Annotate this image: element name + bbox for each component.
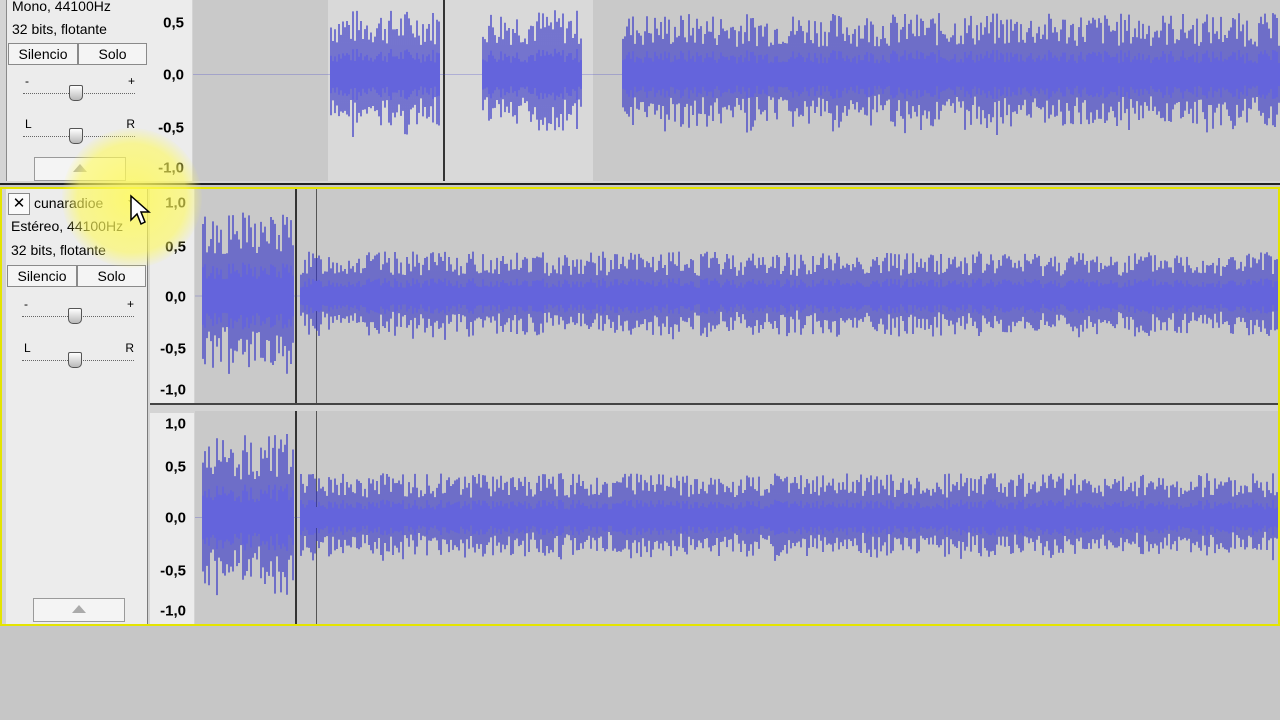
- track-stereo: ✕ cunaradioe Estéreo, 44100Hz 32 bits, f…: [0, 187, 1280, 626]
- gain-plus-label: +: [127, 74, 135, 88]
- track-control-panel[interactable]: ✕ cunaradioe Estéreo, 44100Hz 32 bits, f…: [6, 189, 148, 624]
- pan-right-label: R: [126, 117, 135, 131]
- mute-button[interactable]: Silencio: [7, 265, 77, 287]
- ruler-tick: 0,0: [165, 509, 186, 527]
- gain-slider[interactable]: - +: [23, 74, 135, 104]
- collapse-track-button[interactable]: [34, 157, 126, 181]
- gain-minus-label: -: [25, 74, 29, 88]
- gain-minus-label: -: [24, 297, 28, 311]
- ruler-tick: 0,5: [165, 458, 186, 476]
- pan-slider-thumb[interactable]: [69, 128, 83, 144]
- waveform: [195, 212, 1278, 374]
- ruler-tick: -1,0: [160, 602, 186, 620]
- track-format: Mono, 44100Hz: [12, 0, 111, 14]
- mouse-pointer-icon: [130, 194, 151, 226]
- track-bitdepth: 32 bits, flotante: [12, 21, 107, 37]
- ruler-tick: 1,0: [165, 415, 186, 433]
- solo-button[interactable]: Solo: [78, 43, 147, 65]
- pan-slider[interactable]: L R: [23, 117, 135, 147]
- ruler-tick: 0,5: [163, 14, 184, 32]
- gain-slider-thumb[interactable]: [69, 85, 83, 101]
- ruler-tick: -0,5: [160, 562, 186, 580]
- ruler-tick: -0,5: [158, 119, 184, 137]
- waveform: [195, 434, 1278, 596]
- waveform-area[interactable]: [193, 0, 1280, 181]
- collapse-track-button[interactable]: [33, 598, 125, 622]
- vertical-ruler-right-channel: 1,0 0,5 0,0 -0,5 -1,0: [150, 411, 194, 624]
- track-bitdepth: 32 bits, flotante: [11, 242, 106, 258]
- ruler-tick: -1,0: [158, 159, 184, 177]
- ruler-tick: -0,5: [160, 340, 186, 358]
- close-track-button[interactable]: ✕: [8, 193, 30, 215]
- waveform-area-left-channel[interactable]: [195, 189, 1278, 403]
- track-name-menu[interactable]: cunaradioe: [34, 195, 103, 211]
- waveform-area-right-channel[interactable]: [195, 411, 1278, 624]
- vertical-ruler: 0,5 0,0 -0,5 -1,0: [148, 0, 192, 181]
- ruler-tick: 0,0: [165, 288, 186, 306]
- solo-button[interactable]: Solo: [77, 265, 146, 287]
- gain-slider[interactable]: - +: [22, 297, 134, 327]
- mute-button[interactable]: Silencio: [8, 43, 78, 65]
- gain-plus-label: +: [126, 297, 134, 311]
- track-name-row[interactable]: ✕ cunaradioe: [8, 193, 146, 215]
- pan-right-label: R: [125, 341, 134, 355]
- track-format: Estéreo, 44100Hz: [11, 218, 124, 234]
- track-control-panel[interactable]: Mono, 44100Hz 32 bits, flotante Silencio…: [6, 0, 149, 181]
- pan-left-label: L: [25, 117, 32, 131]
- pan-slider-thumb[interactable]: [68, 352, 82, 368]
- track-mono: Mono, 44100Hz 32 bits, flotante Silencio…: [0, 0, 1280, 185]
- ruler-tick: 1,0: [165, 194, 186, 212]
- gain-slider-thumb[interactable]: [68, 308, 82, 324]
- ruler-tick: 0,5: [165, 238, 186, 256]
- ruler-tick: -1,0: [160, 381, 186, 399]
- pan-left-label: L: [24, 341, 31, 355]
- waveform: [193, 10, 1280, 137]
- ruler-tick: 0,0: [163, 66, 184, 84]
- vertical-ruler-left-channel: 1,0 0,5 0,0 -0,5 -1,0: [150, 189, 194, 403]
- pan-slider[interactable]: L R: [22, 341, 134, 371]
